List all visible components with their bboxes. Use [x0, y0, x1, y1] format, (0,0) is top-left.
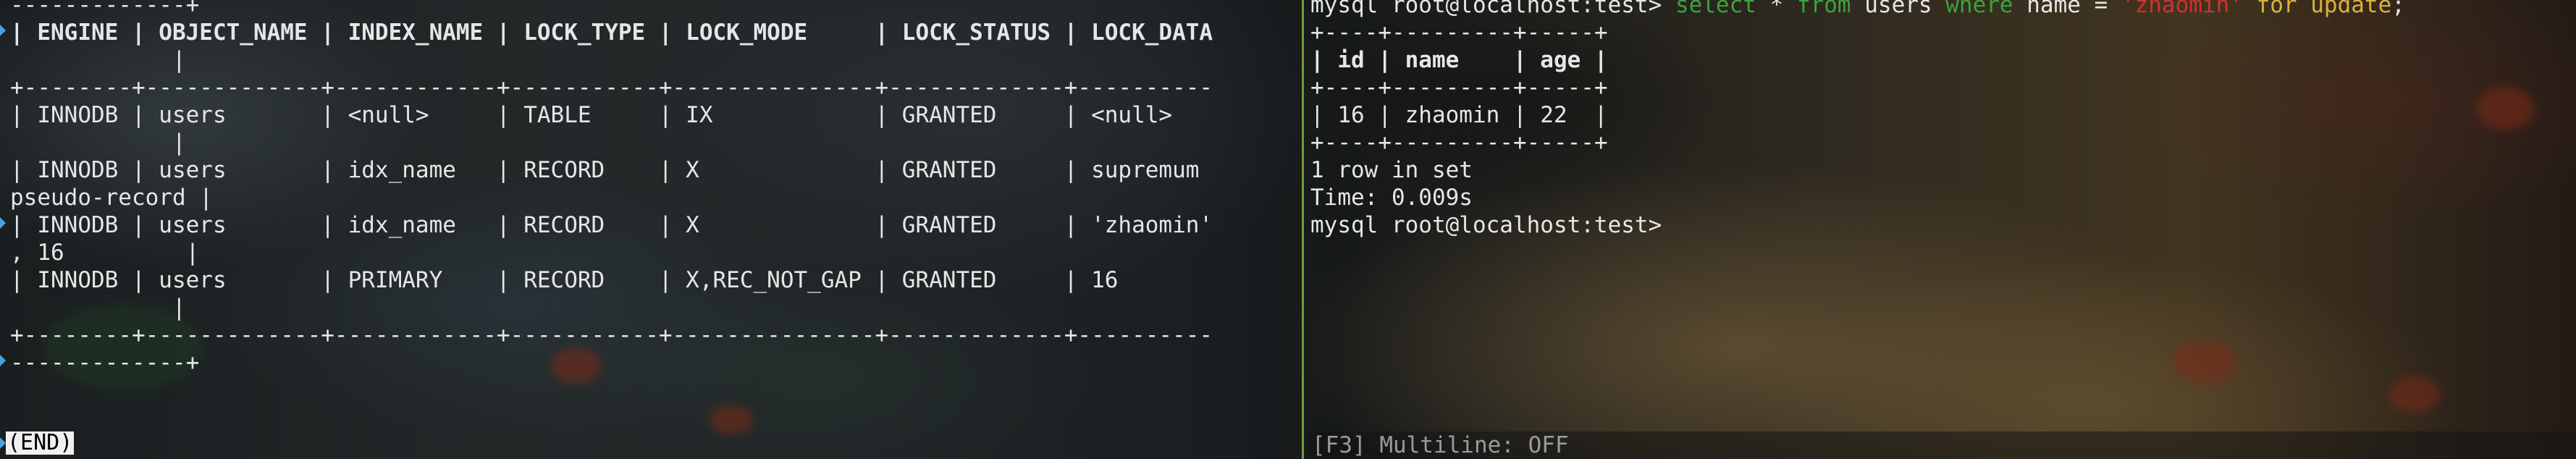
lock-table-output: -------------+ | ENGINE | OBJECT_NAME | …	[10, 0, 1213, 376]
table-row: | INNODB | users | PRIMARY | RECORD | X,…	[10, 267, 1119, 293]
table-header-row: | ENGINE | OBJECT_NAME | INDEX_NAME | LO…	[10, 20, 1213, 46]
line-wrap-marker-icon	[0, 217, 6, 229]
result-table-row: | 16 | zhaomin | 22 |	[1310, 102, 1608, 128]
sql-column-name: name	[2026, 0, 2081, 18]
table-row-wrap: pseudo-record |	[10, 185, 213, 211]
table-header-wrap: |	[10, 47, 186, 73]
sql-keyword-where: where	[1945, 0, 2013, 18]
table-border: -------------+	[10, 350, 200, 376]
sql-keyword-for-update: for update	[2256, 0, 2392, 18]
sql-keyword-select: select	[1675, 0, 1756, 18]
line-wrap-marker-icon	[0, 437, 6, 449]
terminal-window: -------------+ | ENGINE | OBJECT_NAME | …	[0, 0, 2576, 459]
table-row: | INNODB | users | <null> | TABLE | IX |…	[10, 102, 1173, 128]
sql-keyword-from: from	[1796, 0, 1851, 18]
sql-star: *	[1769, 0, 1784, 18]
line-wrap-marker-icon	[0, 25, 6, 36]
pane-divider[interactable]	[1302, 0, 1304, 459]
table-row-wrap: |	[10, 130, 186, 156]
status-bar: [F3] Multiline: OFF	[1309, 431, 2576, 459]
command-line[interactable]: mysql root@localhost:test> select * from…	[1310, 0, 2405, 18]
line-wrap-marker-icon	[0, 355, 6, 366]
rows-info: 1 row in set	[1310, 157, 1473, 183]
sql-semicolon: ;	[2391, 0, 2405, 18]
prompt-current[interactable]: mysql root@localhost:test>	[1310, 212, 1662, 238]
query-output: mysql root@localhost:test> select * from…	[1310, 0, 2405, 239]
prompt: mysql root@localhost:test>	[1310, 0, 1662, 18]
sql-string-value: 'zhaomin'	[2121, 0, 2243, 18]
table-border: +--------+-------------+------------+---…	[10, 75, 1213, 101]
table-border: -------------+	[10, 0, 200, 18]
table-row-wrap: |	[10, 295, 186, 321]
pager-end-label: (END)	[6, 430, 75, 455]
result-table-border: +----+---------+-----+	[1310, 20, 1608, 46]
table-row: | INNODB | users | idx_name | RECORD | X…	[10, 157, 1200, 183]
sql-operator: =	[2094, 0, 2108, 18]
result-table-header: | id | name | age |	[1310, 47, 1608, 73]
table-row-wrap: , 16 |	[10, 240, 200, 266]
result-table-border: +----+---------+-----+	[1310, 75, 1608, 101]
sql-table-name: users	[1864, 0, 1932, 18]
table-border: +--------+-------------+------------+---…	[10, 322, 1213, 348]
result-table-border: +----+---------+-----+	[1310, 130, 1608, 156]
time-info: Time: 0.009s	[1310, 185, 1473, 211]
table-row: | INNODB | users | idx_name | RECORD | X…	[10, 212, 1213, 238]
